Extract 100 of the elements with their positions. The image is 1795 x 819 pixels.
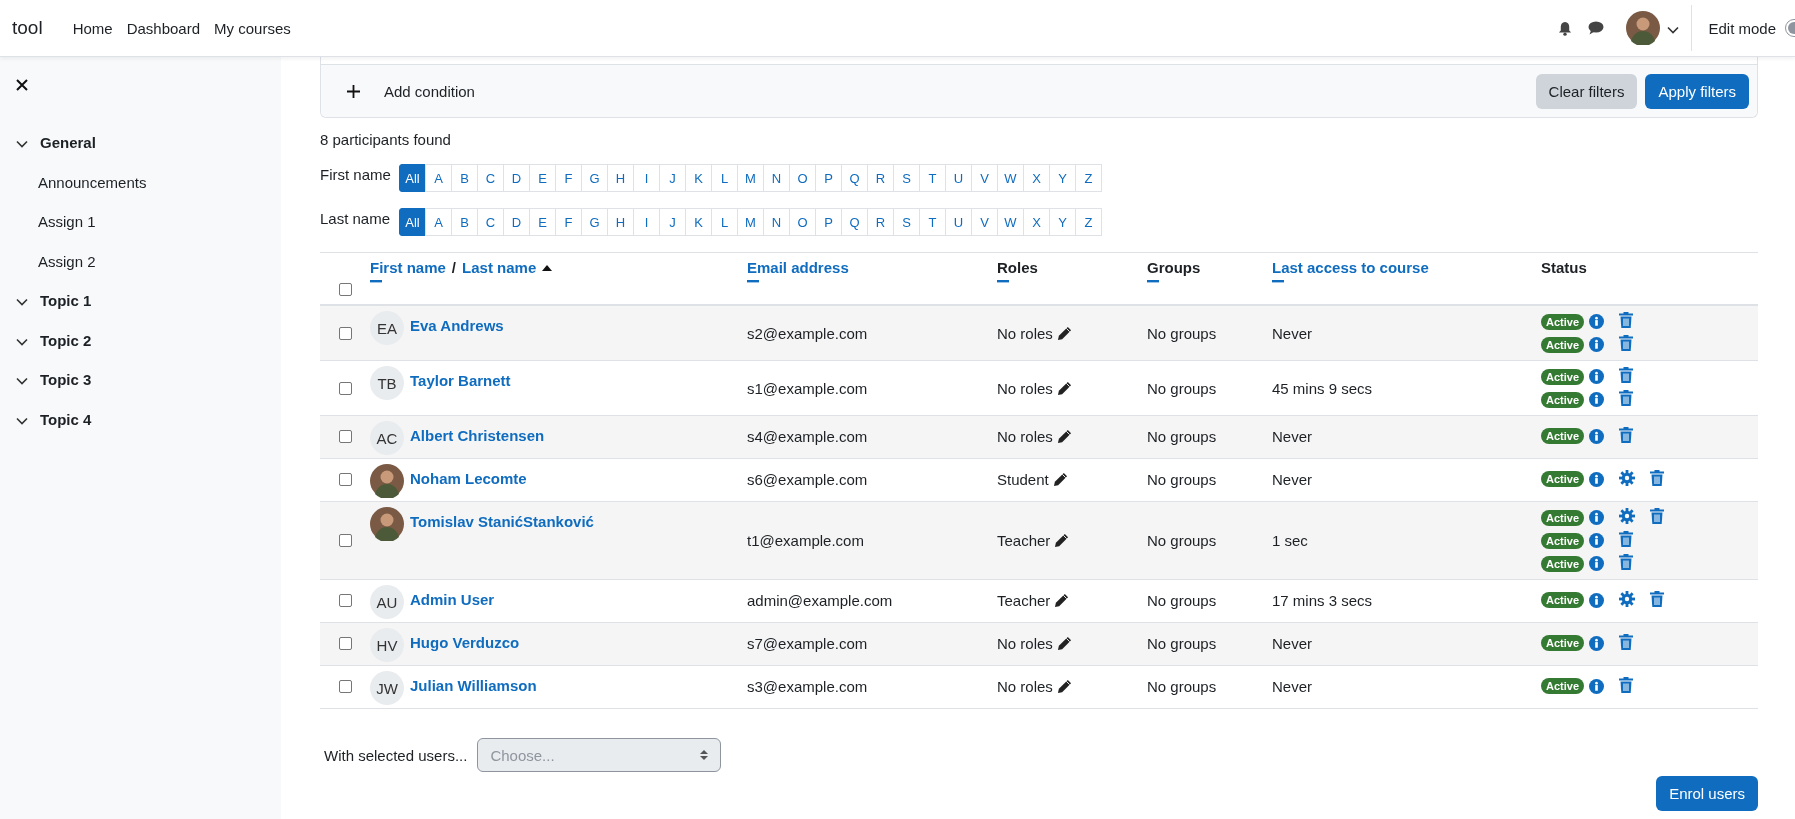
initial-letter[interactable]: M [737, 164, 764, 192]
participant-name-link[interactable]: Noham Lecomte [410, 464, 527, 487]
trash-icon[interactable] [1650, 469, 1665, 486]
initial-letter[interactable]: G [581, 208, 608, 236]
pencil-icon[interactable] [1054, 533, 1070, 548]
chevron-down-icon[interactable] [16, 298, 28, 307]
initial-letter[interactable]: M [737, 208, 764, 236]
user-initials[interactable]: HV [370, 628, 404, 662]
initial-letter[interactable]: J [659, 208, 686, 236]
avatar-icon[interactable] [1626, 11, 1661, 45]
participant-name-link[interactable]: Hugo Verduzco [410, 628, 520, 651]
initial-letter[interactable]: E [529, 164, 556, 192]
info-icon[interactable] [1589, 314, 1605, 329]
avatar-icon[interactable] [370, 507, 404, 541]
bell-icon[interactable] [1558, 20, 1573, 36]
participant-name-link[interactable]: Albert Christensen [410, 421, 545, 444]
row-checkbox[interactable] [338, 381, 352, 395]
user-initials[interactable]: AC [370, 421, 404, 455]
settings-icon[interactable] [1619, 508, 1636, 524]
initial-letter[interactable]: U [945, 208, 972, 236]
participant-name-link[interactable]: Eva Andrews [410, 311, 504, 334]
row-checkbox[interactable] [338, 593, 352, 607]
user-initials[interactable]: AU [370, 585, 404, 619]
trash-icon[interactable] [1619, 390, 1634, 406]
initial-letter[interactable]: R [867, 164, 894, 192]
initial-letter[interactable]: L [711, 208, 738, 236]
nav-link[interactable]: Dashboard [126, 19, 201, 37]
close-icon[interactable] [16, 79, 28, 91]
initial-letter[interactable]: D [503, 208, 530, 236]
initial-letter[interactable]: Q [841, 164, 868, 192]
chevron-down-icon[interactable] [1667, 25, 1680, 34]
sidebar-section[interactable]: Topic 3 [40, 371, 92, 389]
initial-letter[interactable]: R [867, 208, 894, 236]
collapse-icon[interactable] [997, 280, 1009, 283]
sidebar-section[interactable]: Topic 4 [40, 410, 92, 428]
column-header-link[interactable]: Email address [747, 259, 849, 276]
pencil-icon[interactable] [1056, 428, 1072, 444]
initial-letter[interactable]: U [945, 164, 972, 192]
participant-name-link[interactable]: Julian Williamson [410, 671, 537, 694]
column-header-link[interactable]: Last access to course [1272, 259, 1429, 276]
initial-letter[interactable]: C [477, 208, 504, 236]
sidebar-section[interactable]: Topic 1 [40, 292, 92, 310]
trash-icon[interactable] [1650, 508, 1665, 524]
initial-letter[interactable]: H [607, 208, 634, 236]
chat-icon[interactable] [1588, 21, 1605, 35]
pencil-icon[interactable] [1054, 592, 1070, 608]
nav-link[interactable]: Home [72, 19, 113, 37]
row-checkbox[interactable] [338, 679, 352, 693]
trash-icon[interactable] [1619, 554, 1634, 570]
add-condition-link[interactable]: Add condition [384, 82, 475, 100]
pencil-icon[interactable] [1056, 325, 1072, 341]
initial-letter[interactable]: K [685, 208, 712, 236]
participant-name-link[interactable]: Taylor Barnett [410, 366, 511, 389]
select-all-checkbox[interactable] [338, 283, 352, 296]
trash-icon[interactable] [1619, 426, 1634, 443]
sidebar-item[interactable]: Announcements [38, 173, 147, 191]
row-checkbox[interactable] [338, 326, 352, 340]
initial-letter[interactable]: F [555, 164, 582, 192]
plus-icon[interactable] [347, 84, 360, 98]
sidebar-section[interactable]: Topic 2 [40, 331, 92, 349]
row-checkbox[interactable] [338, 534, 352, 547]
trash-icon[interactable] [1619, 531, 1634, 547]
row-checkbox[interactable] [338, 429, 352, 443]
initial-letter[interactable]: I [633, 208, 660, 236]
clear-filters-button[interactable]: Clear filters [1535, 73, 1638, 109]
info-icon[interactable] [1589, 428, 1605, 444]
chevron-down-icon[interactable] [16, 416, 28, 425]
info-icon[interactable] [1589, 392, 1605, 407]
initial-letter[interactable]: A [425, 164, 452, 192]
trash-icon[interactable] [1619, 676, 1634, 693]
initial-letter[interactable]: Y [1049, 208, 1076, 236]
settings-icon[interactable] [1619, 590, 1636, 607]
trash-icon[interactable] [1619, 367, 1634, 383]
trash-icon[interactable] [1650, 590, 1665, 607]
user-initials[interactable]: TB [370, 366, 404, 400]
apply-filters-button[interactable]: Apply filters [1645, 73, 1749, 109]
info-icon[interactable] [1589, 556, 1605, 571]
initial-letter[interactable]: All [399, 164, 426, 192]
pencil-icon[interactable] [1056, 380, 1072, 396]
collapse-icon[interactable] [1147, 280, 1159, 283]
initial-letter[interactable]: W [997, 164, 1024, 192]
avatar-icon[interactable] [370, 464, 404, 498]
site-brand[interactable]: tool [12, 17, 43, 39]
info-icon[interactable] [1589, 471, 1605, 487]
initial-letter[interactable]: N [763, 164, 790, 192]
initial-letter[interactable]: J [659, 164, 686, 192]
initial-letter[interactable]: Y [1049, 164, 1076, 192]
initial-letter[interactable]: Z [1075, 208, 1102, 236]
initial-letter[interactable]: All [399, 208, 426, 236]
info-icon[interactable] [1589, 337, 1605, 352]
initial-letter[interactable]: O [789, 208, 816, 236]
initial-letter[interactable]: E [529, 208, 556, 236]
info-icon[interactable] [1589, 635, 1605, 651]
initial-letter[interactable]: A [425, 208, 452, 236]
initial-letter[interactable]: O [789, 164, 816, 192]
initial-letter[interactable]: T [919, 208, 946, 236]
initial-letter[interactable]: B [451, 208, 478, 236]
enrol-users-button[interactable]: Enrol users [1656, 776, 1758, 811]
initial-letter[interactable]: N [763, 208, 790, 236]
initial-letter[interactable]: X [1023, 208, 1050, 236]
